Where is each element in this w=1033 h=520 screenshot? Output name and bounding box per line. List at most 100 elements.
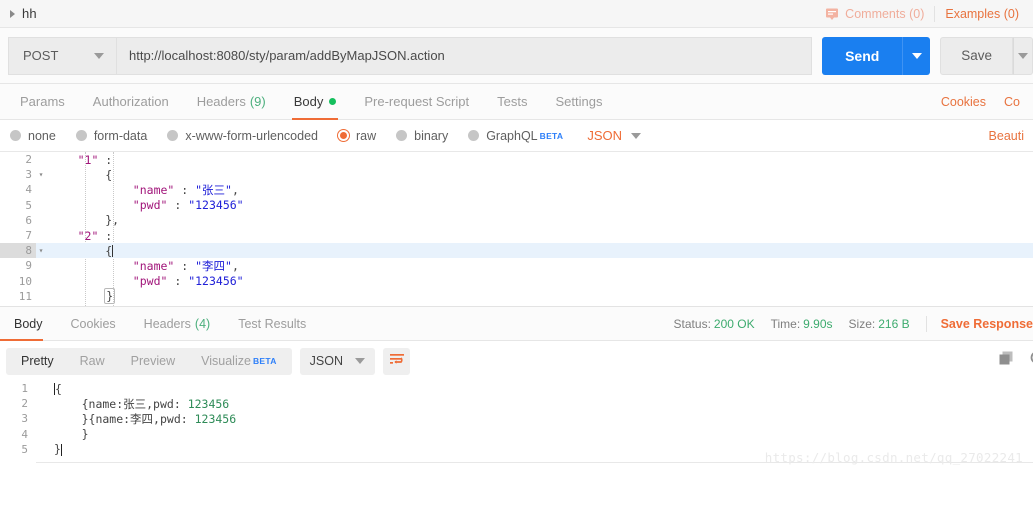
tab-headers[interactable]: Headers (9) bbox=[183, 84, 280, 119]
text-cursor bbox=[60, 443, 62, 456]
fold-arrow-icon[interactable]: ▾ bbox=[36, 243, 46, 258]
editor-line[interactable]: 9 "name" : "李四", bbox=[0, 258, 1033, 273]
url-bar: POST http://localhost:8080/sty/param/add… bbox=[0, 28, 1033, 84]
tab-authorization[interactable]: Authorization bbox=[79, 84, 183, 119]
radio-label: raw bbox=[356, 128, 377, 143]
http-method-dropdown[interactable]: POST bbox=[8, 36, 116, 75]
save-response-button[interactable]: Save Response bbox=[941, 317, 1033, 331]
size-value: 216 B bbox=[878, 316, 910, 331]
tab-label: Test Results bbox=[238, 316, 307, 331]
body-format-dropdown[interactable]: JSON bbox=[587, 128, 642, 143]
tab-pre-request-script[interactable]: Pre-request Script bbox=[350, 84, 483, 119]
view-label: Visualize bbox=[201, 354, 251, 368]
body-type-actions: Beauti bbox=[980, 129, 1033, 143]
request-body-editor[interactable]: 2 "1" : 3 ▾ {4 "name" : "张三", 5 "pwd" : "12345… bbox=[0, 152, 1033, 307]
copy-icon[interactable] bbox=[998, 350, 1015, 372]
send-button[interactable]: Send bbox=[822, 36, 903, 75]
code-text: }{name:李四,pwd: 123456 bbox=[81, 411, 237, 426]
editor-line[interactable]: 11} bbox=[0, 288, 1033, 305]
tab-label: Headers bbox=[143, 316, 191, 331]
send-button-group: Send bbox=[822, 36, 931, 75]
editor-line[interactable]: 5 "pwd" : "123456" bbox=[0, 198, 1033, 213]
tab-settings[interactable]: Settings bbox=[541, 84, 616, 119]
beautify-button[interactable]: Beauti bbox=[980, 129, 1033, 143]
request-tab-strip: hh Comments (0) Examples (0) bbox=[0, 0, 1033, 28]
tab-params[interactable]: Params bbox=[6, 84, 79, 119]
view-label: Preview bbox=[130, 354, 176, 368]
response-meta: Status: 200 OK Time: 9.90s Size: 216 B Save… bbox=[674, 307, 1033, 340]
send-options-button[interactable] bbox=[902, 36, 931, 75]
status-label: Status: bbox=[673, 316, 711, 331]
body-type-graphql[interactable]: GraphQL BETA bbox=[468, 129, 563, 143]
postman-window: hh Comments (0) Examples (0) POST http:/… bbox=[0, 0, 1033, 520]
editor-line[interactable]: 3 ▾ { bbox=[0, 167, 1033, 182]
time-label: Time: bbox=[770, 316, 801, 331]
radio-label: GraphQL bbox=[486, 128, 538, 143]
body-type-raw[interactable]: raw bbox=[338, 129, 376, 143]
tab-tests[interactable]: Tests bbox=[483, 84, 541, 119]
code-link[interactable]: Co bbox=[995, 95, 1029, 109]
tab-label: Cookies bbox=[70, 316, 116, 331]
chevron-down-icon bbox=[1018, 52, 1028, 59]
view-pretty[interactable]: Pretty bbox=[8, 348, 67, 375]
word-wrap-button[interactable] bbox=[383, 347, 411, 375]
response-tab-headers[interactable]: Headers (4) bbox=[130, 307, 225, 340]
body-type-none[interactable]: none bbox=[10, 129, 56, 143]
http-method-label: POST bbox=[23, 48, 59, 63]
code-text: } bbox=[104, 288, 116, 305]
word-wrap-icon bbox=[389, 352, 405, 371]
response-format-dropdown[interactable]: JSON bbox=[299, 347, 376, 375]
line-number: 10 bbox=[18, 274, 32, 288]
line-number: 4 bbox=[21, 427, 28, 441]
code-text: "name" : "张三", bbox=[132, 182, 239, 197]
comments-button[interactable]: Comments (0) bbox=[815, 7, 934, 21]
status-value: 200 OK bbox=[713, 316, 755, 331]
editor-line[interactable]: 4 "name" : "张三", bbox=[0, 182, 1033, 197]
cookies-link[interactable]: Cookies bbox=[932, 95, 995, 109]
save-options-button[interactable] bbox=[1013, 36, 1033, 75]
tab-body[interactable]: Body bbox=[280, 84, 351, 120]
body-type-form-data[interactable]: form-data bbox=[75, 129, 147, 143]
editor-line[interactable]: 2 "1" : bbox=[0, 152, 1033, 167]
response-tab-test-results[interactable]: Test Results bbox=[224, 307, 320, 340]
response-section-tabs: Body Cookies Headers (4) Test Results St… bbox=[0, 307, 1033, 341]
request-tabs-links: Cookies Co bbox=[932, 84, 1033, 119]
line-number: 6 bbox=[25, 213, 32, 227]
line-number: 5 bbox=[25, 198, 32, 212]
search-icon[interactable] bbox=[1029, 350, 1033, 372]
editor-line[interactable]: 7 "2" : bbox=[0, 228, 1033, 243]
view-visualize[interactable]: Visualize BETA bbox=[188, 348, 290, 375]
response-tab-cookies[interactable]: Cookies bbox=[57, 307, 130, 340]
fold-arrow-icon[interactable]: ▾ bbox=[36, 167, 46, 182]
response-tab-body[interactable]: Body bbox=[0, 307, 57, 341]
editor-line[interactable]: 10 "pwd" : "123456" bbox=[0, 274, 1033, 289]
response-view-mode-group: Pretty Raw Preview Visualize BETA bbox=[6, 347, 292, 375]
tab-label: Body bbox=[293, 94, 324, 109]
save-button[interactable]: Save bbox=[940, 36, 1013, 75]
response-line: 4} bbox=[0, 427, 1033, 442]
response-body-viewer[interactable]: 1{2 {name:张三,pwd: 123456 3}{name:李四,pwd: 1… bbox=[0, 381, 1033, 473]
tab-label: Pre-request Script bbox=[364, 94, 470, 109]
view-preview[interactable]: Preview bbox=[118, 348, 188, 375]
view-raw[interactable]: Raw bbox=[67, 348, 118, 375]
response-line: 3}{name:李四,pwd: 123456 bbox=[0, 411, 1033, 426]
tab-label: Authorization bbox=[92, 94, 169, 109]
examples-button[interactable]: Examples (0) bbox=[935, 7, 1027, 21]
status-badge: Status: 200 OK bbox=[674, 317, 755, 331]
tab-label: Settings bbox=[555, 94, 603, 109]
radio-label: x-www-form-urlencoded bbox=[185, 128, 318, 143]
editor-line[interactable]: 6}, bbox=[0, 213, 1033, 228]
time-badge: Time: 9.90s bbox=[771, 317, 833, 331]
line-number: 3 bbox=[25, 168, 32, 182]
body-type-x-www-form-urlencoded[interactable]: x-www-form-urlencoded bbox=[167, 129, 318, 143]
editor-line[interactable]: 8 ▾ { bbox=[0, 243, 1033, 259]
body-type-binary[interactable]: binary bbox=[396, 129, 448, 143]
request-tab-title[interactable]: hh bbox=[22, 6, 37, 21]
request-url-input[interactable]: http://localhost:8080/sty/param/addByMap… bbox=[116, 36, 813, 75]
code-text: } bbox=[81, 427, 89, 442]
radio-icon bbox=[468, 130, 480, 141]
